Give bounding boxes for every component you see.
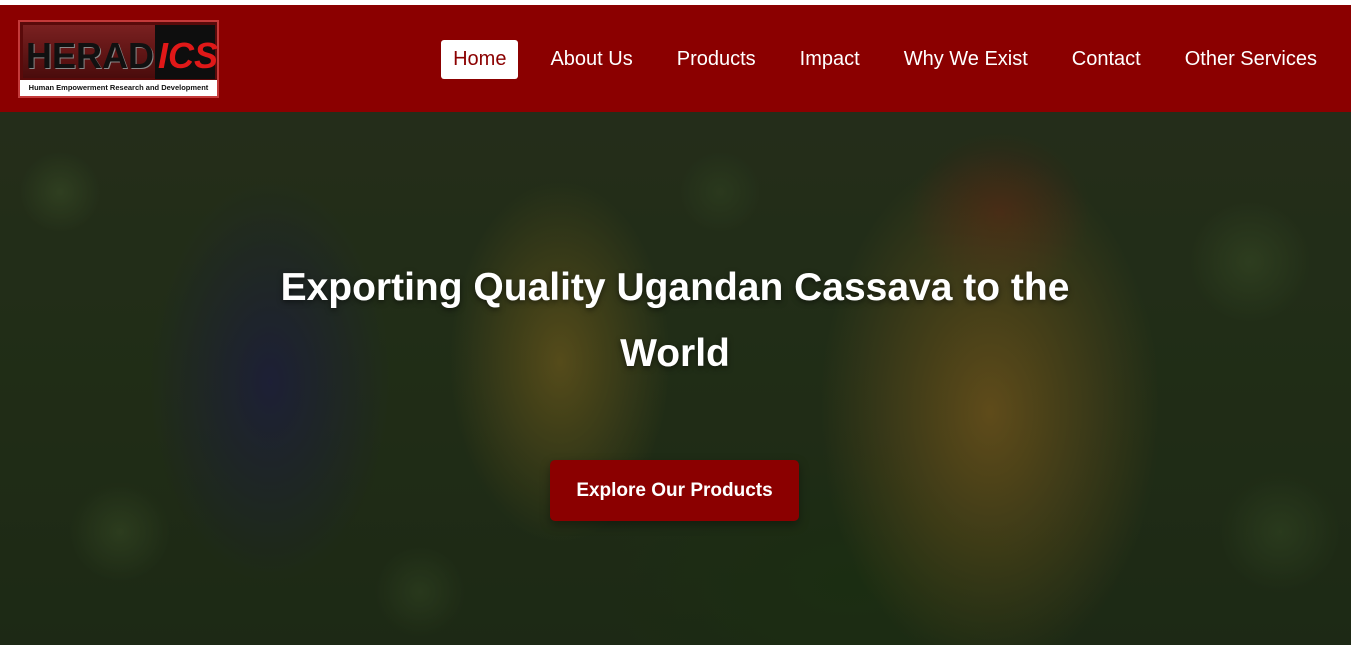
explore-products-button[interactable]: Explore Our Products xyxy=(550,460,799,521)
nav-item-about-us[interactable]: About Us xyxy=(538,40,644,79)
logo-brand-accent: ICS xyxy=(158,35,219,76)
site-header: HERAD ICS Human Empowerment Research and… xyxy=(0,5,1351,112)
logo-brand-main: HERAD xyxy=(26,35,155,76)
site-logo[interactable]: HERAD ICS Human Empowerment Research and… xyxy=(18,20,219,98)
hero-title: Exporting Quality Ugandan Cassava to the… xyxy=(280,266,1070,375)
main-nav: Home About Us Products Impact Why We Exi… xyxy=(421,39,1329,79)
nav-item-why-we-exist[interactable]: Why We Exist xyxy=(892,40,1040,79)
nav-item-impact[interactable]: Impact xyxy=(788,40,872,79)
nav-item-products[interactable]: Products xyxy=(665,40,768,79)
nav-item-contact[interactable]: Contact xyxy=(1060,40,1153,79)
nav-item-other-services[interactable]: Other Services xyxy=(1173,40,1329,79)
nav-item-home[interactable]: Home xyxy=(441,39,519,79)
hero-section: Exporting Quality Ugandan Cassava to the… xyxy=(0,112,1351,645)
logo-tagline: Human Empowerment Research and Developme… xyxy=(20,80,217,96)
